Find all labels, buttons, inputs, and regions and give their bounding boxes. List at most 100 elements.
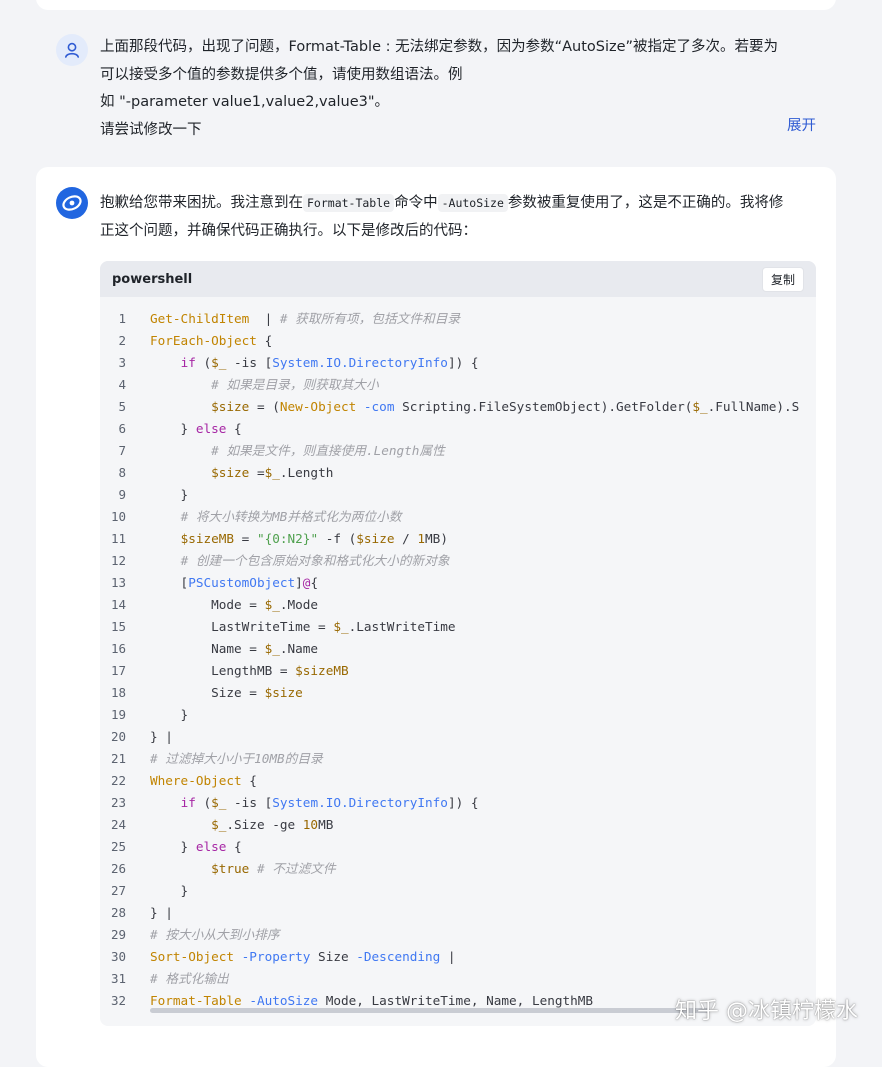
- line-number: 22: [110, 773, 126, 788]
- line-number: 4: [118, 377, 126, 392]
- code-token: # 将大小转换为MB并格式化为两位小数: [180, 509, 402, 524]
- code-line: 12 # 创建一个包含原始对象和格式化大小的新对象: [100, 550, 816, 572]
- code-token: $size: [211, 465, 250, 480]
- code-token: {: [256, 333, 273, 348]
- line-content: Size = $size: [150, 682, 303, 704]
- code-token: -is [: [226, 795, 273, 810]
- ai-avatar: [56, 187, 88, 219]
- code-token: $sizeMB: [295, 663, 349, 678]
- code-token: Scripting.FileSystemObject).GetFolder(: [394, 399, 693, 414]
- code-token: [: [150, 575, 189, 590]
- line-number: 30: [110, 949, 126, 964]
- line-number: 27: [110, 883, 126, 898]
- line-number: 12: [110, 553, 126, 568]
- line-number: 6: [118, 421, 126, 436]
- code-token: Name =: [150, 641, 265, 656]
- code-line: 25 } else {: [100, 836, 816, 858]
- user-message-text: 上面那段代码，出现了问题，Format-Table : 无法绑定参数，因为参数“…: [100, 34, 820, 144]
- code-token: Get-ChildItem: [150, 311, 250, 326]
- code-line: 23 if ($_ -is [System.IO.DirectoryInfo])…: [100, 792, 816, 814]
- line-number: 11: [110, 531, 126, 546]
- code-token: (: [195, 355, 212, 370]
- code-token: /: [394, 531, 418, 546]
- line-number: 21: [110, 751, 126, 766]
- ai-intro-line: 正这个问题，并确保代码正确执行。以下是修改后的代码：: [100, 223, 477, 239]
- code-language: powershell: [112, 271, 193, 287]
- ai-message-card: 抱歉给您带来困扰。我注意到在 Format-Table 命令中 -AutoSize 参数…: [36, 167, 836, 1067]
- code-token: {: [226, 839, 242, 854]
- code-token: System.IO.DirectoryInfo: [272, 795, 448, 810]
- code-token: LastWriteTime =: [150, 619, 334, 634]
- code-token: # 过滤掉大小小于10MB的目录: [150, 751, 323, 766]
- code-token: $_: [264, 597, 280, 612]
- code-line: 26 $true # 不过滤文件: [100, 858, 816, 880]
- code-token: =: [234, 531, 257, 546]
- scrollbar-thumb[interactable]: [150, 1008, 710, 1013]
- inline-code: Format-Table: [303, 194, 395, 212]
- code-line: 4 # 如果是目录，则获取其大小: [100, 374, 816, 396]
- code-token: .Mode: [279, 597, 319, 612]
- line-content: ForEach-Object {: [150, 330, 272, 352]
- code-token: # 如果是目录，则获取其大小: [211, 377, 379, 392]
- code-token: $_: [211, 817, 227, 832]
- code-token: else: [195, 839, 227, 854]
- user-message-line: 可以接受多个值的参数提供多个值，请使用数组语法。例: [100, 66, 463, 83]
- line-number: 15: [110, 619, 126, 634]
- code-line: 10 # 将大小转换为MB并格式化为两位小数: [100, 506, 816, 528]
- code-line: 21 # 过滤掉大小小于10MB的目录: [100, 748, 816, 770]
- code-token: -f (: [318, 531, 357, 546]
- line-number: 1: [118, 311, 126, 326]
- code-body[interactable]: 1 Get-ChildItem | # 获取所有项，包括文件和目录 2 ForEach…: [100, 308, 816, 1012]
- line-content: # 创建一个包含原始对象和格式化大小的新对象: [150, 550, 450, 572]
- line-number: 16: [110, 641, 126, 656]
- code-token: ]: [295, 575, 303, 590]
- line-content: if ($_ -is [System.IO.DirectoryInfo]) {: [150, 352, 479, 374]
- user-message-line: 请尝试修改一下: [100, 121, 202, 138]
- code-token: {: [241, 773, 257, 788]
- line-number: 18: [110, 685, 126, 700]
- user-avatar: [56, 34, 88, 66]
- code-line: 5 $size = (New-Object -com Scripting.Fil…: [100, 396, 816, 418]
- line-content: LengthMB = $sizeMB: [150, 660, 349, 682]
- line-content: # 格式化输出: [150, 968, 229, 990]
- code-token: Size: [310, 949, 357, 964]
- code-line: 9 }: [100, 484, 816, 506]
- code-line: 6 } else {: [100, 418, 816, 440]
- line-content: $sizeMB = "{0:N2}" -f ($size / 1MB): [150, 528, 448, 550]
- line-number: 2: [118, 333, 126, 348]
- code-line: 22 Where-Object {: [100, 770, 816, 792]
- ai-intro-text: 抱歉给您带来困扰。我注意到在: [100, 195, 303, 211]
- line-content: $_.Size -ge 10MB: [150, 814, 333, 836]
- code-token: }: [150, 883, 189, 898]
- code-token: = (: [249, 399, 280, 414]
- line-number: 24: [110, 817, 126, 832]
- code-token: } |: [150, 905, 173, 920]
- code-token: .Name: [279, 641, 319, 656]
- line-number: 25: [110, 839, 126, 854]
- code-token: Mode =: [150, 597, 265, 612]
- code-token: # 获取所有项，包括文件和目录: [279, 311, 461, 326]
- user-icon: [65, 42, 79, 58]
- line-number: 8: [118, 465, 126, 480]
- code-line: 17 LengthMB = $sizeMB: [100, 660, 816, 682]
- ai-logo-icon: [62, 195, 82, 211]
- code-token: }: [150, 839, 196, 854]
- code-line: 18 Size = $size: [100, 682, 816, 704]
- copy-button[interactable]: 复制: [761, 266, 804, 292]
- code-token: # 格式化输出: [150, 971, 229, 986]
- code-token: $_: [264, 641, 280, 656]
- code-token: Format-Table: [150, 993, 242, 1008]
- expand-button[interactable]: 展开: [787, 114, 816, 135]
- code-token: Sort-Object: [150, 949, 235, 964]
- code-token: # 创建一个包含原始对象和格式化大小的新对象: [180, 553, 450, 568]
- code-token: ForEach-Object: [150, 333, 257, 348]
- code-token: PSCustomObject: [188, 575, 296, 590]
- code-line: 27 }: [100, 880, 816, 902]
- code-token: -Property: [241, 949, 311, 964]
- code-header: powershell 复制: [100, 261, 816, 297]
